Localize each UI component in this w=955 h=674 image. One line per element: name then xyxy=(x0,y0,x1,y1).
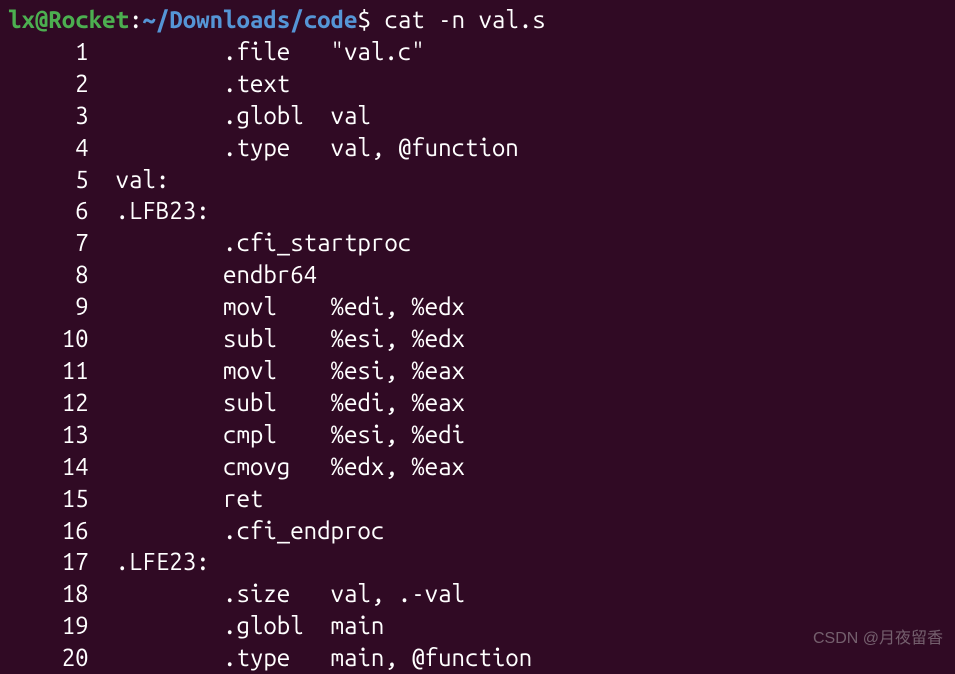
code-line: 19 .globl main xyxy=(8,610,947,642)
line-number: 8 xyxy=(8,259,89,291)
code-line: 1 .file "val.c" xyxy=(8,36,947,68)
code-text: movl %edi, %edx xyxy=(116,293,465,320)
code-line: 17 .LFE23: xyxy=(8,546,947,578)
prompt-colon: : xyxy=(129,6,142,33)
code-line: 3 .globl val xyxy=(8,100,947,132)
command-text[interactable]: cat -n val.s xyxy=(384,6,545,33)
code-text: .LFE23: xyxy=(116,548,210,575)
line-number: 2 xyxy=(8,68,89,100)
code-text: movl %esi, %eax xyxy=(116,357,465,384)
prompt-user-host: lx@Rocket xyxy=(8,6,129,33)
line-number: 3 xyxy=(8,100,89,132)
code-text: cmovg %edx, %eax xyxy=(116,453,465,480)
line-number: 5 xyxy=(8,164,89,196)
code-line: 18 .size val, .-val xyxy=(8,578,947,610)
code-line: 16 .cfi_endproc xyxy=(8,515,947,547)
terminal-prompt-line: lx@Rocket:~/Downloads/code$ cat -n val.s xyxy=(8,4,947,36)
code-line: 6 .LFB23: xyxy=(8,195,947,227)
line-number: 17 xyxy=(8,546,89,578)
code-line: 9 movl %edi, %edx xyxy=(8,291,947,323)
code-text: .cfi_endproc xyxy=(116,517,385,544)
code-line: 15 ret xyxy=(8,483,947,515)
code-line: 5 val: xyxy=(8,164,947,196)
code-line: 2 .text xyxy=(8,68,947,100)
code-text: .type val, @function xyxy=(116,134,519,161)
code-line: 8 endbr64 xyxy=(8,259,947,291)
code-text: subl %esi, %edx xyxy=(116,325,465,352)
code-line: 11 movl %esi, %eax xyxy=(8,355,947,387)
terminal-output: 1 .file "val.c"2 .text3 .globl val4 .typ… xyxy=(8,36,947,674)
watermark-text: CSDN @月夜留香 xyxy=(813,628,943,649)
code-line: 10 subl %esi, %edx xyxy=(8,323,947,355)
line-number: 18 xyxy=(8,578,89,610)
code-text: .file "val.c" xyxy=(116,38,425,65)
line-number: 10 xyxy=(8,323,89,355)
code-line: 12 subl %edi, %eax xyxy=(8,387,947,419)
code-line: 7 .cfi_startproc xyxy=(8,227,947,259)
code-text: .globl main xyxy=(116,612,385,639)
code-line: 4 .type val, @function xyxy=(8,132,947,164)
code-text: .type main, @function xyxy=(116,644,533,671)
line-number: 12 xyxy=(8,387,89,419)
code-line: 20 .type main, @function xyxy=(8,642,947,674)
line-number: 6 xyxy=(8,195,89,227)
line-number: 7 xyxy=(8,227,89,259)
line-number: 1 xyxy=(8,36,89,68)
code-text: .cfi_startproc xyxy=(116,229,412,256)
code-text: .text xyxy=(116,70,291,97)
code-line: 13 cmpl %esi, %edi xyxy=(8,419,947,451)
code-text: subl %edi, %eax xyxy=(116,389,465,416)
line-number: 20 xyxy=(8,642,89,674)
line-number: 19 xyxy=(8,610,89,642)
line-number: 15 xyxy=(8,483,89,515)
line-number: 11 xyxy=(8,355,89,387)
code-text: .size val, .-val xyxy=(116,580,465,607)
code-line: 14 cmovg %edx, %eax xyxy=(8,451,947,483)
code-text: val: xyxy=(116,166,170,193)
prompt-path: ~/Downloads/code xyxy=(142,6,357,33)
code-text: cmpl %esi, %edi xyxy=(116,421,465,448)
line-number: 9 xyxy=(8,291,89,323)
code-text: ret xyxy=(116,485,264,512)
prompt-dollar: $ xyxy=(357,6,370,33)
prompt-space xyxy=(371,6,384,33)
line-number: 14 xyxy=(8,451,89,483)
code-text: .LFB23: xyxy=(116,197,210,224)
line-number: 13 xyxy=(8,419,89,451)
code-text: endbr64 xyxy=(116,261,318,288)
line-number: 16 xyxy=(8,515,89,547)
line-number: 4 xyxy=(8,132,89,164)
code-text: .globl val xyxy=(116,102,371,129)
